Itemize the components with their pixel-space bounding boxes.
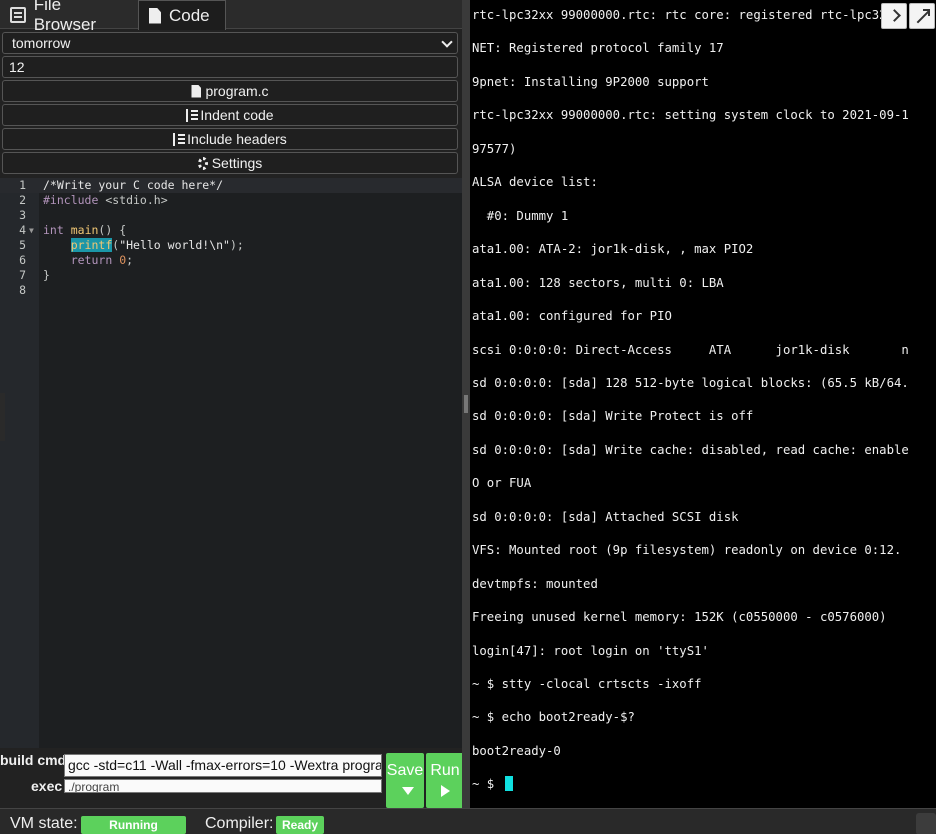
terminal-line: scsi 0:0:0:0: Direct-Access ATA jor1k-di… — [472, 342, 909, 357]
terminal-line: sd 0:0:0:0: [sda] Write Protect is off — [472, 409, 754, 424]
tab-label: Code — [169, 5, 210, 25]
save-button-label: Save — [386, 762, 424, 779]
code-line: #include <stdio.h> — [43, 193, 168, 207]
exec-input[interactable]: ./program — [64, 779, 382, 793]
font-size-input[interactable]: 12 — [2, 56, 458, 78]
run-button[interactable]: Run — [426, 753, 462, 808]
file-button[interactable]: program.c — [2, 80, 458, 102]
line-number: 6 — [19, 253, 26, 267]
terminal-line: rtc-lpc32xx 99000000.rtc: rtc core: regi… — [472, 8, 902, 22]
font-size-value: 12 — [9, 59, 25, 75]
vm-state-badge: Running — [81, 816, 186, 834]
terminal-menu-button[interactable] — [881, 3, 907, 29]
terminal-line: rtc-lpc32xx 99000000.rtc: setting system… — [472, 108, 909, 123]
theme-select[interactable]: tomorrow — [2, 32, 458, 54]
code-line: } — [43, 268, 50, 282]
build-panel: build cmd gcc -std=c11 -Wall -fmax-error… — [0, 748, 462, 808]
settings-button[interactable]: Settings — [2, 152, 458, 174]
run-button-label: Run — [430, 762, 460, 779]
theme-select-value: tomorrow — [12, 35, 71, 51]
play-icon — [441, 785, 450, 797]
tab-file-browser[interactable]: File Browser — [0, 0, 136, 34]
code-editor[interactable]: 1 2 3 4 ▼ 5 6 7 8 /*Write your C code he… — [0, 178, 462, 748]
code-line: int main() { — [43, 223, 127, 237]
download-icon — [402, 787, 414, 795]
terminal-line: devtmpfs: mounted — [472, 576, 598, 591]
gear-icon — [197, 156, 208, 170]
list-icon — [10, 6, 26, 23]
terminal-line: NET: Registered protocol family 17 — [472, 41, 724, 56]
terminal-line: boot2ready-0 — [472, 743, 561, 758]
compiler-status-badge: Ready — [276, 816, 324, 834]
settings-button-label: Settings — [211, 155, 263, 171]
indent-button-label: Indent code — [200, 107, 274, 123]
build-cmd-input[interactable]: gcc -std=c11 -Wall -fmax-errors=10 -Wext… — [64, 754, 382, 777]
terminal-line: O or FUA — [472, 476, 532, 491]
code-line: /*Write your C code here*/ — [43, 178, 224, 192]
terminal-line: ~ $ echo boot2ready-$? — [472, 710, 635, 725]
line-number: 3 — [19, 208, 26, 222]
terminal-line: sd 0:0:0:0: [sda] Write cache: disabled,… — [472, 442, 909, 457]
terminal-line: ~ $ — [472, 777, 502, 792]
fold-arrow-icon[interactable]: ▼ — [29, 223, 34, 238]
chevron-down-icon — [441, 36, 453, 48]
file-icon — [191, 84, 202, 98]
tab-label: File Browser — [33, 0, 97, 34]
code-line: return 0; — [70, 253, 134, 267]
terminal-line: ~ $ stty -clocal crtscts -ixoff — [472, 677, 702, 691]
indent-icon — [173, 132, 186, 146]
headers-button-label: Include headers — [187, 131, 287, 147]
line-number: 8 — [19, 283, 26, 297]
line-number: 1 — [19, 178, 26, 192]
status-bar-handle[interactable] — [916, 813, 936, 834]
terminal-line: sd 0:0:0:0: [sda] Attached SCSI disk — [472, 509, 739, 524]
terminal-cursor — [505, 776, 513, 791]
terminal-line: VFS: Mounted root (9p filesystem) readon… — [472, 543, 902, 558]
pane-splitter[interactable] — [462, 0, 470, 808]
code-line: printf("Hello world!\n"); — [70, 238, 244, 252]
indent-icon — [186, 108, 199, 122]
line-number: 2 — [19, 193, 26, 207]
build-cmd-label: build cmd — [0, 752, 67, 768]
exec-label: exec — [31, 778, 63, 794]
terminal-line: 97577) — [472, 141, 517, 156]
terminal-line: login[47]: root login on 'ttyS1' — [472, 643, 709, 658]
indent-code-button[interactable]: Indent code — [2, 104, 458, 126]
save-button[interactable]: Save — [386, 753, 424, 808]
include-headers-button[interactable]: Include headers — [2, 128, 458, 150]
splitter-grip[interactable] — [464, 395, 468, 413]
terminal-line: Freeing unused kernel memory: 152K (c055… — [472, 610, 887, 625]
vm-state-label: VM state: — [10, 815, 78, 832]
terminal-line: 9pnet: Installing 9P2000 support — [472, 74, 709, 89]
status-bar: VM state: Running Compiler: Ready — [0, 808, 936, 834]
line-number: 5 — [19, 238, 26, 252]
terminal-line: ALSA device list: — [472, 175, 598, 190]
terminal-line: ata1.00: 128 sectors, multi 0: LBA — [472, 275, 724, 290]
left-scroll-handle[interactable] — [0, 393, 5, 441]
terminal-line: sd 0:0:0:0: [sda] 128 512-byte logical b… — [472, 375, 909, 390]
line-number: 4 — [19, 223, 26, 237]
line-number: 7 — [19, 268, 26, 282]
terminal[interactable]: rtc-lpc32xx 99000000.rtc: rtc core: regi… — [470, 0, 936, 808]
compiler-label: Compiler: — [205, 815, 274, 832]
app-root: File Browser Code tomorrow 12 program.c … — [0, 0, 936, 834]
terminal-line: ata1.00: ATA-2: jor1k-disk, , max PIO2 — [472, 242, 754, 257]
code-pane: File Browser Code tomorrow 12 program.c … — [0, 0, 462, 808]
terminal-line: #0: Dummy 1 — [472, 208, 569, 223]
expand-icon[interactable] — [909, 3, 935, 29]
tab-code[interactable]: Code — [138, 0, 226, 30]
file-button-label: program.c — [205, 83, 269, 99]
tab-bar: File Browser Code — [0, 0, 462, 34]
terminal-line: ata1.00: configured for PIO — [472, 309, 672, 324]
file-icon — [149, 7, 161, 24]
